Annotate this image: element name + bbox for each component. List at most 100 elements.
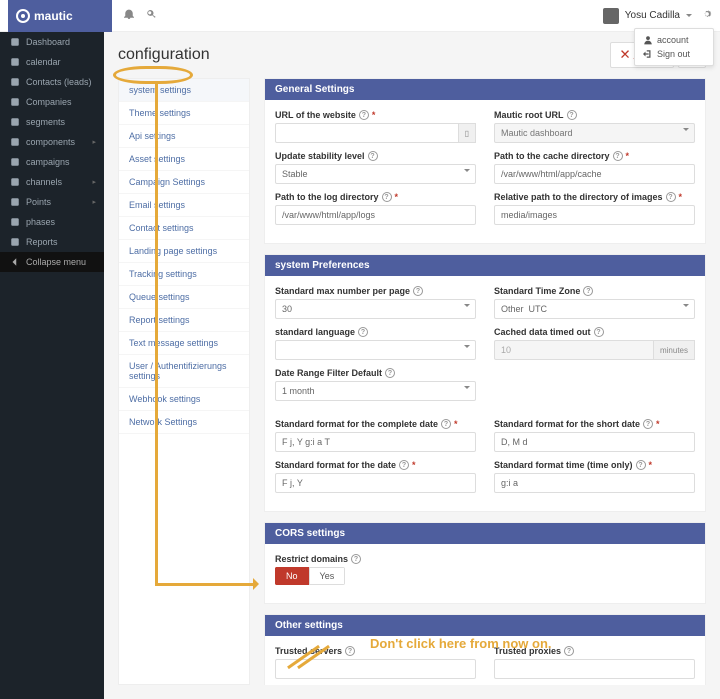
sidebar-item-campaigns[interactable]: campaigns: [0, 152, 104, 172]
avatar: [603, 8, 619, 24]
help-icon[interactable]: ?: [594, 327, 604, 337]
help-icon[interactable]: ?: [643, 419, 653, 429]
root-url-select[interactable]: [494, 123, 695, 143]
panel-header: system Preferences: [265, 255, 705, 276]
brand-name: mautic: [34, 9, 73, 23]
gear-icon[interactable]: [702, 9, 712, 22]
sidebar-item-segments[interactable]: segments: [0, 112, 104, 132]
stability-select[interactable]: [275, 164, 476, 184]
account-link[interactable]: account: [635, 33, 713, 47]
sidebar-item-dashboard[interactable]: Dashboard: [0, 32, 104, 52]
date-only-input[interactable]: [275, 473, 476, 493]
language-select[interactable]: [275, 340, 476, 360]
subnav-campaign-settings[interactable]: Campaign Settings: [119, 171, 249, 194]
page-title: configuration: [118, 46, 210, 64]
help-icon[interactable]: ?: [441, 419, 451, 429]
mautic-logo-icon: [16, 9, 30, 23]
date-range-select[interactable]: [275, 381, 476, 401]
flow-icon: [10, 217, 20, 227]
chevron-right-icon: ▸: [92, 198, 96, 206]
help-icon[interactable]: ?: [567, 110, 577, 120]
help-icon[interactable]: ?: [564, 646, 574, 656]
help-icon[interactable]: ?: [368, 151, 378, 161]
panel-other: Other settings Trusted servers? Trusted …: [264, 614, 706, 685]
help-icon[interactable]: ?: [636, 460, 646, 470]
chevron-down-icon: [464, 169, 470, 175]
user-name: Yosu Cadilla: [625, 10, 680, 21]
help-icon[interactable]: ?: [351, 554, 361, 564]
building-icon: [10, 97, 20, 107]
help-icon[interactable]: ?: [359, 110, 369, 120]
user-icon: [10, 77, 20, 87]
subnav-api-settings[interactable]: Api settings: [119, 125, 249, 148]
sidebar-item-contacts-leads-[interactable]: Contacts (leads): [0, 72, 104, 92]
trusted-proxies-input[interactable]: [494, 659, 695, 679]
time-only-input[interactable]: [494, 473, 695, 493]
sidebar-item-components[interactable]: components▸: [0, 132, 104, 152]
sidebar-item-reports[interactable]: Reports: [0, 232, 104, 252]
sidebar-item-companies[interactable]: Companies: [0, 92, 104, 112]
trophy-icon: [10, 197, 20, 207]
help-icon[interactable]: ?: [399, 460, 409, 470]
cache-timeout-input[interactable]: [494, 340, 654, 360]
sidebar-item-phases[interactable]: phases: [0, 212, 104, 232]
subnav-system-settings[interactable]: system settings: [119, 79, 249, 102]
subnav-user-authentifizierungs-settings[interactable]: User / Authentifizierungs settings: [119, 355, 249, 388]
chevron-down-icon: [686, 14, 692, 20]
url-input[interactable]: [275, 123, 459, 143]
subnav-email-settings[interactable]: Email settings: [119, 194, 249, 217]
subnav-report-settings[interactable]: Report settings: [119, 309, 249, 332]
help-icon[interactable]: ?: [583, 286, 593, 296]
cal-icon: [10, 57, 20, 67]
subnav-theme-settings[interactable]: Theme settings: [119, 102, 249, 125]
short-date-input[interactable]: [494, 432, 695, 452]
subnav-contact-settings[interactable]: Contact settings: [119, 217, 249, 240]
grid-icon: [10, 37, 20, 47]
images-dir-input[interactable]: [494, 205, 695, 225]
timezone-select[interactable]: [494, 299, 695, 319]
main-sidebar: DashboardcalendarContacts (leads)Compani…: [0, 32, 104, 699]
chevron-right-icon: ▸: [92, 178, 96, 186]
bookmark-icon[interactable]: ▯: [459, 123, 476, 143]
panel-header: Other settings: [265, 615, 705, 636]
notifications-icon[interactable]: [124, 9, 134, 22]
restrict-domains-toggle[interactable]: No Yes: [275, 567, 345, 585]
help-icon[interactable]: ?: [382, 192, 392, 202]
subnav-webhook-settings[interactable]: Webhook settings: [119, 388, 249, 411]
search-icon[interactable]: [146, 9, 156, 22]
log-dir-input[interactable]: [275, 205, 476, 225]
rss-icon: [10, 177, 20, 187]
clock-icon: [10, 157, 20, 167]
cache-dir-input[interactable]: [494, 164, 695, 184]
panel-header: General Settings: [265, 79, 705, 100]
brand-logo-area[interactable]: mautic: [8, 0, 112, 32]
user-dropdown: account Sign out: [634, 28, 714, 66]
panel-general: General Settings URL of the website?* ▯ …: [264, 78, 706, 244]
sidebar-item-channels[interactable]: channels▸: [0, 172, 104, 192]
sidebar-item-points[interactable]: Points▸: [0, 192, 104, 212]
signout-link[interactable]: Sign out: [635, 47, 713, 61]
subnav-landing-page-settings[interactable]: Landing page settings: [119, 240, 249, 263]
subnav-queue-settings[interactable]: Queue settings: [119, 286, 249, 309]
collapse-menu[interactable]: Collapse menu: [0, 252, 104, 272]
max-per-page-select[interactable]: [275, 299, 476, 319]
chart-icon: [10, 237, 20, 247]
user-menu-toggle[interactable]: Yosu Cadilla: [603, 8, 692, 24]
help-icon[interactable]: ?: [345, 646, 355, 656]
sidebar-item-calendar[interactable]: calendar: [0, 52, 104, 72]
help-icon[interactable]: ?: [385, 368, 395, 378]
pie-icon: [10, 117, 20, 127]
subnav-tracking-settings[interactable]: Tracking settings: [119, 263, 249, 286]
trusted-servers-input[interactable]: [275, 659, 476, 679]
help-icon[interactable]: ?: [413, 286, 423, 296]
chevron-down-icon: [683, 128, 689, 134]
subnav-text-message-settings[interactable]: Text message settings: [119, 332, 249, 355]
puzzle-icon: [10, 137, 20, 147]
full-date-input[interactable]: [275, 432, 476, 452]
help-icon[interactable]: ?: [613, 151, 623, 161]
subnav-asset-settings[interactable]: Asset settings: [119, 148, 249, 171]
help-icon[interactable]: ?: [358, 327, 368, 337]
panel-prefs: system Preferences Standard max number p…: [264, 254, 706, 512]
help-icon[interactable]: ?: [666, 192, 676, 202]
subnav-network-settings[interactable]: Network Settings: [119, 411, 249, 434]
